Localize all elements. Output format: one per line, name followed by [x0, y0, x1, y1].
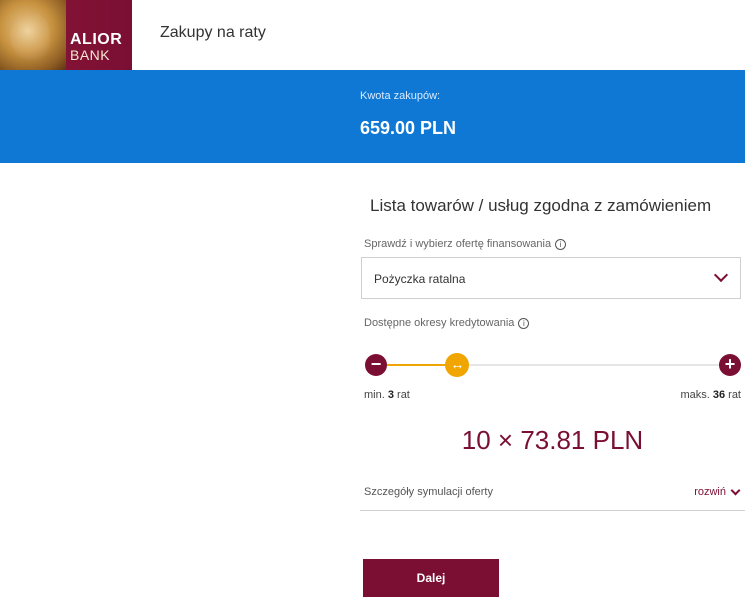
arrows-horizontal-icon: ↔ — [450, 356, 465, 372]
offer-label-text: Sprawdź i wybierz ofertę finansowania — [364, 238, 552, 250]
max-unit: rat — [728, 389, 741, 401]
simulation-details: Szczegóły symulacji oferty rozwiń — [360, 478, 745, 511]
expand-label: rozwiń — [694, 486, 726, 498]
expand-details-link[interactable]: rozwiń — [694, 485, 741, 498]
amount-label: Kwota zakupów: — [360, 90, 441, 102]
period-label-text: Dostępne okresy kredytowania — [364, 317, 515, 329]
minus-icon: − — [370, 354, 382, 374]
amount-value: 659.00 PLN — [360, 118, 457, 138]
slider-thumb[interactable]: ↔ — [445, 353, 470, 377]
offer-label: Sprawdź i wybierz ofertę finansowania i — [364, 238, 567, 250]
next-button[interactable]: Dalej — [363, 559, 499, 597]
installment-summary: 10 × 73.81 PLN — [461, 425, 644, 455]
details-label: Szczegóły symulacji oferty — [364, 486, 493, 498]
info-icon[interactable]: i — [518, 317, 530, 329]
max-prefix: maks. — [680, 389, 710, 401]
logo-emblem-icon — [0, 0, 66, 70]
min-unit: rat — [397, 389, 410, 401]
offer-select[interactable]: Pożyczka ratalna — [361, 257, 741, 299]
header: ALIOR BANK Zakupy na raty — [0, 0, 745, 70]
plus-icon: + — [724, 354, 736, 374]
financing-form: Lista towarów / usług zgodna z zamówieni… — [360, 163, 745, 597]
slider-min-label: min. 3 rat — [364, 389, 410, 401]
increase-button[interactable]: + — [719, 354, 741, 376]
offer-select-value: Pożyczka ratalna — [374, 272, 466, 286]
max-value: 36 — [712, 389, 726, 401]
section-title: Lista towarów / usług zgodna z zamówieni… — [370, 196, 712, 215]
logo-text: ALIOR BANK — [70, 31, 123, 63]
amount-banner: Kwota zakupów: 659.00 PLN — [0, 70, 745, 163]
logo-bank-text: BANK — [70, 47, 111, 63]
decrease-button[interactable]: − — [365, 354, 387, 376]
info-icon[interactable]: i — [555, 238, 567, 250]
logo-alior-text: ALIOR — [70, 31, 123, 48]
min-prefix: min. — [364, 389, 385, 401]
app-title: Zakupy na raty — [160, 24, 266, 41]
min-value: 3 — [387, 389, 394, 401]
chevron-down-icon — [730, 485, 741, 495]
slider-max-label: maks. 36 rat — [680, 389, 741, 401]
chevron-down-icon — [713, 267, 729, 283]
installments-slider[interactable]: − ↔ + — [365, 353, 741, 377]
period-label: Dostępne okresy kredytowania i — [364, 317, 530, 329]
alior-bank-logo: ALIOR BANK — [0, 0, 132, 70]
